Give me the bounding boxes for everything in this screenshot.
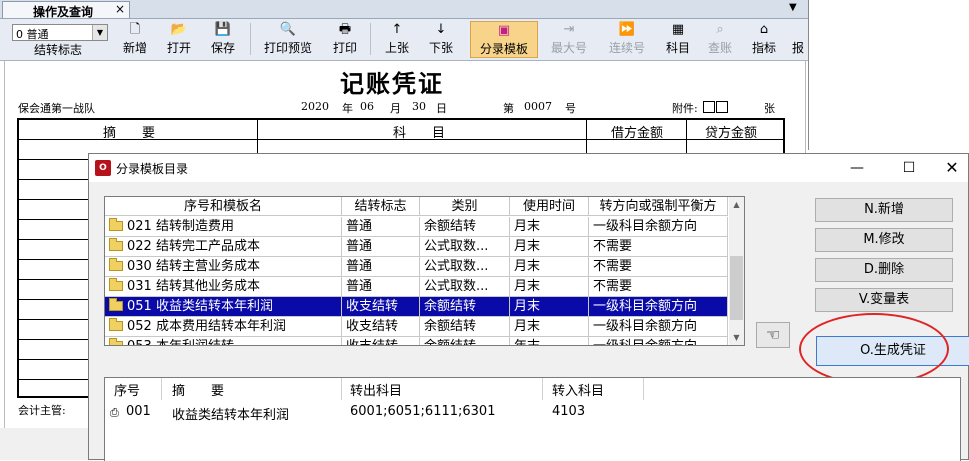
new-document-icon: 🗋 [129,22,141,37]
organization-name: 保会通第一战队 [18,102,95,115]
column-header[interactable]: 使用时间 [510,197,589,216]
scroll-up-icon[interactable]: ▲ [729,197,744,212]
entry-icon: ⎙ [110,406,119,419]
detail-summary: 收益类结转本年利润 [172,408,290,423]
arrow-down-icon: ↓ [435,22,447,37]
indicator-button[interactable]: ⌂ 指标 [746,21,782,58]
dialog-title: 分录模板目录 [116,162,189,176]
close-icon[interactable]: ✕ [932,157,969,179]
table-row[interactable]: 052 成本费用结转本年利润 收支结转 余额结转 月末 一级科目余额方向 [105,317,728,337]
account-button[interactable]: ▦ 科目 [660,21,696,58]
column-header[interactable]: 序号和模板名 [105,197,342,216]
column-header[interactable]: 类别 [420,197,510,216]
attachment-label: 附件: [672,102,698,115]
open-button[interactable]: 📂 打开 [160,21,198,58]
table-row[interactable]: 021 结转制造费用 普通 余额结转 月末 一级科目余额方向 [105,217,728,237]
template-list[interactable]: 序号和模板名 结转标志 类别 使用时间 转方向或强制平衡方 021 结转制造费用… [104,196,745,346]
continuous-number-button[interactable]: ⏩ 连续号 [602,21,652,58]
check-ledger-button[interactable]: ⌕ 查账 [702,21,738,58]
document-tab-bar: 操作及查询 × ▼ [0,0,808,19]
column-header: 转入科目 [552,384,605,399]
attachment-count-box[interactable] [716,101,728,113]
column-header: 转出科目 [350,384,403,399]
save-button[interactable]: 💾 保存 [204,21,242,58]
table-row-selected[interactable]: 051 收益类结转本年利润 收支结转 余额结转 月末 一级科目余额方向 [105,297,728,317]
column-header[interactable]: 结转标志 [342,197,420,216]
print-preview-button[interactable]: 🔍 打印预览 [258,21,318,58]
side-panel [808,0,969,150]
toolbar-separator [370,23,371,55]
column-header: 序号 [114,384,141,399]
app-key-icon: O [95,160,111,176]
arrow-up-icon: ↑ [391,22,403,37]
toolbar-separator [250,23,251,55]
skip-end-icon: ⇥ [563,22,575,37]
tab-operation-query[interactable]: 操作及查询 × [2,1,130,19]
table-row[interactable]: 053 本年利润结转 收支结转 余额结转 年末 一级科目余额方向 [105,337,728,345]
variable-table-button[interactable]: V.变量表 [815,288,953,312]
detail-seq: 001 [126,404,151,419]
template-icon: ▣ [497,23,511,38]
carry-flag-select[interactable]: 0 普通 ▼ [12,24,108,41]
dialog-titlebar[interactable]: O 分录模板目录 — ☐ ✕ [89,154,968,182]
delete-template-button[interactable]: D.删除 [815,258,953,282]
tab-title: 操作及查询 [33,5,94,19]
voucher-number: 0007 [524,100,552,113]
modify-template-button[interactable]: M.修改 [815,228,953,252]
voucher-month: 06 [360,100,374,113]
column-header: 摘 要 [172,384,225,399]
folder-open-icon: 📂 [170,22,188,37]
next-voucher-button[interactable]: ↓ 下张 [422,21,460,58]
status-area [0,428,100,460]
toolbar: 0 普通 ▼ 结转标志 🗋 新增 📂 打开 💾 保存 🔍 打印预览 🖶 打印 ↑… [0,19,808,61]
table-row[interactable]: 030 结转主营业务成本 普通 公式取数... 月末 不需要 [105,257,728,277]
printer-icon: 🖶 [338,22,352,37]
max-number-button[interactable]: ⇥ 最大号 [546,21,592,58]
entry-template-button[interactable]: ▣ 分录模板 [470,21,538,58]
table-row[interactable]: 022 结转完工产品成本 普通 公式取数... 月末 不需要 [105,237,728,257]
scroll-down-icon[interactable]: ▼ [729,330,744,345]
add-template-button[interactable]: N.新增 [815,198,953,222]
voucher-day: 30 [412,100,426,113]
voucher-title: 记账凭证 [340,69,444,98]
tab-dropdown-icon[interactable]: ▼ [789,2,797,13]
detail-from-account: 6001;6051;6111;6301 [350,404,496,419]
maximize-icon[interactable]: ☐ [889,157,929,179]
detail-to-account: 4103 [552,404,586,419]
carry-flag-value: 0 普通 [16,28,49,41]
column-header[interactable]: 转方向或强制平衡方 [589,197,728,216]
template-detail-grid[interactable]: 序号 摘 要 转出科目 转入科目 ⎙ 001 收益类结转本年利润 6001;60… [104,377,961,461]
fast-forward-icon: ⏩ [618,22,636,37]
print-preview-icon: 🔍 [279,22,297,37]
account-list-icon: ▦ [671,22,685,37]
scrollbar-thumb[interactable] [730,256,743,320]
tab-close-icon[interactable]: × [115,2,125,16]
table-row[interactable]: 031 结转其他业务成本 普通 公式取数... 月末 不需要 [105,277,728,297]
print-button[interactable]: 🖶 打印 [326,21,364,58]
previous-voucher-button[interactable]: ↑ 上张 [378,21,416,58]
new-button[interactable]: 🗋 新增 [116,21,154,58]
attachment-count-box[interactable] [703,101,715,113]
report-button[interactable]: 报 [790,21,806,58]
entry-template-dialog: O 分录模板目录 — ☐ ✕ 序号和模板名 结转标志 类别 使用时间 转方向或强… [88,153,969,461]
house-icon: ⌂ [759,22,769,37]
carry-flag-label: 结转标志 [34,43,83,57]
highlight-annotation [799,313,949,385]
save-icon: 💾 [214,22,232,37]
chevron-down-icon[interactable]: ▼ [92,25,107,40]
magnifier-icon: ⌕ [716,22,724,37]
accounting-supervisor-label: 会计主管: [18,404,66,417]
minimize-icon[interactable]: — [837,157,877,179]
voucher-year: 2020 [301,100,329,113]
pointing-hand-icon: ☜ [756,322,790,348]
